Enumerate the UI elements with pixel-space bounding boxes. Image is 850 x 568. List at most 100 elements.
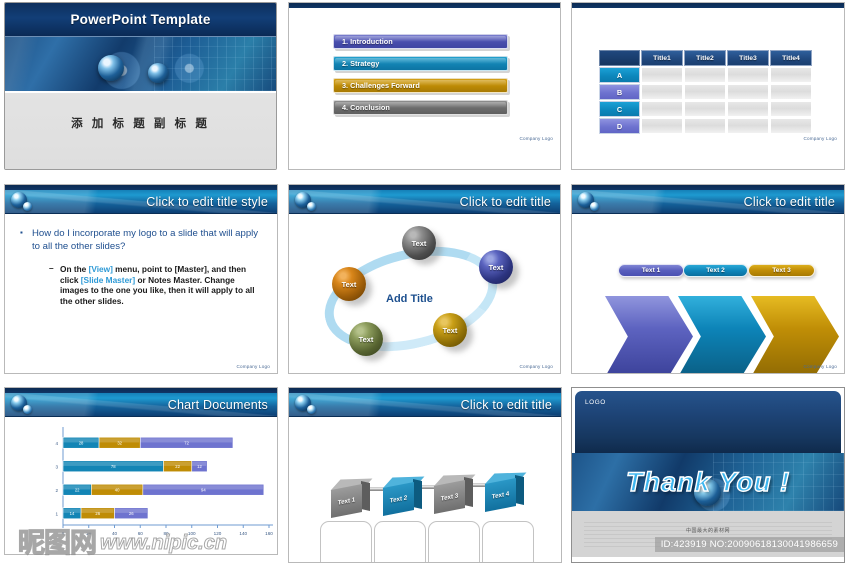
cube-4[interactable]: Text 4 bbox=[481, 472, 527, 513]
svg-text:2: 2 bbox=[55, 488, 58, 493]
slide-chart[interactable]: Chart Documents 0 20 40 60 80 100 120 140 160 4 28… bbox=[4, 387, 278, 555]
cube-2[interactable]: Text 2 bbox=[379, 476, 425, 517]
sphere-small-icon bbox=[307, 202, 316, 211]
table-cell[interactable] bbox=[770, 84, 812, 100]
chevron-pill-1[interactable]: Text 1 bbox=[618, 264, 684, 277]
table-footer: Company Logo bbox=[803, 136, 837, 141]
agenda-item-3-label: 3. Challenges Forward bbox=[342, 81, 420, 90]
table-cell[interactable] bbox=[684, 67, 726, 83]
agenda-item-2-label: 2. Strategy bbox=[342, 59, 380, 68]
table-row: B bbox=[599, 84, 812, 100]
svg-text:94: 94 bbox=[201, 488, 206, 493]
agenda-item-1-label: 1. Introduction bbox=[342, 37, 393, 46]
table-cell[interactable] bbox=[727, 67, 769, 83]
agenda-item-3[interactable]: 3. Challenges Forward bbox=[333, 78, 508, 93]
bullets-body: How do I incorporate my logo to a slide … bbox=[5, 214, 277, 373]
b2-a: On the bbox=[60, 264, 89, 275]
svg-text:1: 1 bbox=[55, 511, 58, 516]
chevron-footer: Company Logo bbox=[803, 364, 837, 369]
agenda-item-4[interactable]: 4. Conclusion bbox=[333, 100, 508, 115]
chevron-slide-title: Click to edit title bbox=[743, 194, 835, 209]
table-col-2: Title2 bbox=[684, 50, 726, 66]
slide-title[interactable]: PowerPoint Template 添 加 标 题 副 标 题 bbox=[4, 2, 277, 170]
chrome-sphere-icon bbox=[98, 55, 124, 81]
table-cell[interactable] bbox=[727, 101, 769, 117]
slide-header-bar: Chart Documents bbox=[5, 393, 277, 417]
cube-2-label: Text 2 bbox=[383, 481, 414, 517]
sphere-logo-icon bbox=[11, 395, 33, 415]
title-slide-photo bbox=[5, 37, 276, 91]
slide-table[interactable]: Title1 Title2 Title3 Title4 A B C D Comp… bbox=[571, 2, 845, 170]
table-cell[interactable] bbox=[684, 84, 726, 100]
slide-header-bar: Click to edit title bbox=[572, 190, 844, 214]
circle-node-2[interactable]: Text bbox=[479, 250, 513, 284]
svg-text:140: 140 bbox=[239, 531, 247, 536]
slide-chevron[interactable]: Click to edit title Text 1 Text 2 Text 3… bbox=[571, 184, 845, 374]
sphere-logo-icon bbox=[578, 192, 600, 212]
slide-thankyou[interactable]: LOGO Thank You ! 中国最大的素材网 bbox=[571, 387, 845, 563]
cubes-body: Text 1 Text 2 Text 3 Text 4 bbox=[289, 417, 561, 562]
table-cell[interactable] bbox=[684, 118, 726, 134]
table-row: A bbox=[599, 67, 812, 83]
sphere-logo-icon bbox=[295, 192, 317, 212]
chevron-pill-2[interactable]: Text 2 bbox=[683, 264, 748, 277]
cube-side-face bbox=[515, 474, 524, 506]
circle-node-4[interactable]: Text bbox=[349, 322, 383, 356]
cube-1[interactable]: Text 1 bbox=[327, 478, 373, 519]
table-cell[interactable] bbox=[641, 67, 683, 83]
cube-panel-2[interactable] bbox=[374, 521, 426, 562]
b2-view-link[interactable]: [View] bbox=[89, 264, 113, 274]
thankyou-footer-panel: 中国最大的素材网 bbox=[572, 511, 844, 557]
agenda-item-2[interactable]: 2. Strategy bbox=[333, 56, 508, 71]
table-cell[interactable] bbox=[641, 101, 683, 117]
table-cell[interactable] bbox=[770, 101, 812, 117]
svg-text:26: 26 bbox=[129, 511, 134, 516]
cube-side-face bbox=[413, 478, 422, 510]
slide-agenda[interactable]: 1. Introduction 2. Strategy 3. Challenge… bbox=[288, 2, 561, 170]
agenda-item-1[interactable]: 1. Introduction bbox=[333, 34, 508, 49]
svg-text:120: 120 bbox=[214, 531, 222, 536]
svg-text:28: 28 bbox=[79, 441, 84, 446]
cube-4-label: Text 4 bbox=[485, 477, 516, 513]
table-cell[interactable] bbox=[641, 84, 683, 100]
table-cell[interactable] bbox=[727, 84, 769, 100]
table-cell[interactable] bbox=[727, 118, 769, 134]
circle-footer: Company Logo bbox=[519, 364, 553, 369]
agenda-item-4-label: 4. Conclusion bbox=[342, 103, 390, 112]
chevron-pill-3[interactable]: Text 3 bbox=[748, 264, 815, 277]
table-corner-cell bbox=[599, 50, 640, 66]
b2-slide-master-link[interactable]: [Slide Master] bbox=[81, 275, 135, 285]
table-col-3: Title3 bbox=[727, 50, 769, 66]
agenda-list: 1. Introduction 2. Strategy 3. Challenge… bbox=[289, 8, 560, 115]
slide-bullets[interactable]: Click to edit title style How do I incor… bbox=[4, 184, 278, 374]
slide-cell-chevron: Click to edit title Text 1 Text 2 Text 3… bbox=[566, 182, 850, 385]
cube-3[interactable]: Text 3 bbox=[430, 474, 476, 515]
table-cell[interactable] bbox=[641, 118, 683, 134]
table-col-4: Title4 bbox=[770, 50, 812, 66]
thankyou-header-panel: LOGO bbox=[575, 391, 841, 453]
table-cell[interactable] bbox=[684, 101, 726, 117]
circle-node-5[interactable]: Text bbox=[433, 313, 467, 347]
cube-1-label: Text 1 bbox=[331, 483, 362, 519]
slide-cell-chart: Chart Documents 0 20 40 60 80 100 120 140 160 4 28… bbox=[0, 385, 283, 568]
cube-panel-3[interactable] bbox=[428, 521, 480, 562]
svg-text:78: 78 bbox=[111, 464, 116, 469]
data-table[interactable]: Title1 Title2 Title3 Title4 A B C D bbox=[598, 49, 813, 135]
cube-panel-4[interactable] bbox=[482, 521, 534, 562]
thankyou-caption: 中国最大的素材网 bbox=[685, 528, 730, 534]
sphere-small-icon bbox=[23, 405, 32, 414]
chevron-arrow-1[interactable] bbox=[605, 296, 693, 373]
slide-cell-cubes: Click to edit title Text 1 Text 2 Text 3… bbox=[283, 385, 566, 568]
cube-panel-1[interactable] bbox=[320, 521, 372, 562]
svg-text:20: 20 bbox=[86, 531, 92, 536]
circle-node-3[interactable]: Text bbox=[332, 267, 366, 301]
bullets-slide-title: Click to edit title style bbox=[146, 194, 268, 209]
table-cell[interactable] bbox=[770, 118, 812, 134]
slide-cubes[interactable]: Click to edit title Text 1 Text 2 Text 3… bbox=[288, 387, 562, 563]
sphere-small-icon bbox=[307, 405, 316, 414]
circle-node-1[interactable]: Text bbox=[402, 226, 436, 260]
stacked-bar-chart: 0 20 40 60 80 100 120 140 160 4 28 32 72 3 78 22 12 2 22 40… bbox=[5, 417, 277, 554]
table-cell[interactable] bbox=[770, 67, 812, 83]
slide-header-bar: Click to edit title bbox=[289, 190, 560, 214]
slide-circle-diagram[interactable]: Click to edit title Add Title Text Text … bbox=[288, 184, 561, 374]
